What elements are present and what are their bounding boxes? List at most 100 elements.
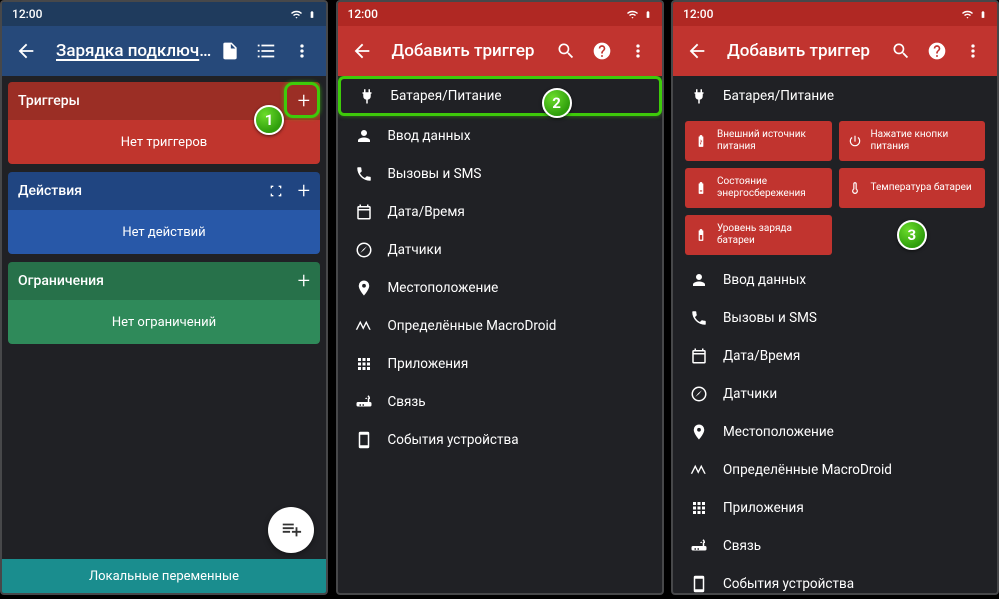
macrodroid-icon: [354, 317, 374, 335]
category-device-events[interactable]: События устройства: [338, 420, 662, 458]
category-label: Местоположение: [388, 280, 499, 296]
annotation-marker-3: 3: [897, 220, 927, 250]
screen-add-trigger-categories: 12:00 Добавить триггер Батарея/Питание В…: [336, 0, 664, 595]
category-device-events[interactable]: События устройства: [673, 564, 997, 595]
more-button[interactable]: [284, 33, 320, 69]
device-icon: [354, 431, 374, 449]
appbar: Добавить триггер: [338, 26, 662, 76]
battery-level-icon: [693, 228, 709, 242]
category-location[interactable]: Местоположение: [673, 412, 997, 450]
actions-empty: Нет действий: [8, 210, 320, 254]
more-button[interactable]: [955, 33, 991, 69]
chip-battery-level[interactable]: Уровень заряда батареи: [685, 215, 832, 255]
triggers-label: Триггеры: [18, 93, 80, 109]
device-icon: [689, 575, 709, 593]
chip-label: Температура батареи: [871, 182, 972, 194]
category-input[interactable]: Ввод данных: [673, 260, 997, 298]
battery-low-icon: [693, 181, 709, 195]
file-button[interactable]: [212, 33, 248, 69]
help-button[interactable]: [584, 33, 620, 69]
battery-icon: [308, 8, 316, 21]
back-button[interactable]: [8, 33, 44, 69]
apps-icon: [689, 499, 709, 517]
phone-icon: [354, 165, 374, 183]
category-battery-power[interactable]: Батарея/Питание: [673, 76, 997, 114]
thermometer-icon: [847, 181, 863, 195]
more-button[interactable]: [620, 33, 656, 69]
macro-title[interactable]: Зарядка подключена: [44, 41, 212, 61]
category-label: Приложения: [388, 356, 469, 372]
category-apps[interactable]: Приложения: [338, 344, 662, 382]
category-connectivity[interactable]: Связь: [673, 526, 997, 564]
expand-icon[interactable]: [268, 183, 284, 199]
chip-battery-saver[interactable]: Состояние энергосбережения: [685, 168, 832, 208]
category-label: Ввод данных: [388, 128, 471, 144]
category-label: Приложения: [723, 500, 804, 516]
category-location[interactable]: Местоположение: [338, 268, 662, 306]
chip-external-power[interactable]: Внешний источник питания: [685, 121, 832, 161]
category-calls-sms[interactable]: Вызовы и SMS: [338, 154, 662, 192]
battery-charge-icon: [693, 134, 709, 148]
page-title: Добавить триггер: [715, 41, 883, 61]
back-button[interactable]: [344, 33, 380, 69]
category-sensors[interactable]: Датчики: [338, 230, 662, 268]
location-icon: [689, 423, 709, 441]
chip-label: Уровень заряда батареи: [717, 223, 824, 247]
category-label: Вызовы и SMS: [388, 166, 482, 182]
category-label: Ввод данных: [723, 272, 806, 288]
calendar-icon: [689, 347, 709, 365]
category-label: События устройства: [723, 576, 854, 592]
list-button[interactable]: [248, 33, 284, 69]
local-variables-bar[interactable]: Локальные переменные: [2, 559, 326, 593]
actions-label: Действия: [18, 183, 82, 199]
category-label: Связь: [723, 538, 761, 554]
category-label: Определённые MacroDroid: [388, 318, 557, 334]
category-input[interactable]: Ввод данных: [338, 116, 662, 154]
status-time: 12:00: [12, 7, 42, 21]
add-action-button[interactable]: +: [298, 179, 310, 204]
category-datetime[interactable]: Дата/Время: [673, 336, 997, 374]
search-button[interactable]: [883, 33, 919, 69]
power-plug-icon: [689, 87, 709, 105]
category-connectivity[interactable]: Связь: [338, 382, 662, 420]
category-datetime[interactable]: Дата/Время: [338, 192, 662, 230]
section-constraints: Ограничения + Нет ограничений: [8, 262, 320, 344]
add-constraint-button[interactable]: +: [298, 269, 310, 294]
section-triggers: Триггеры + Нет триггеров: [8, 82, 320, 164]
status-time: 12:00: [348, 7, 378, 21]
back-button[interactable]: [679, 33, 715, 69]
status-bar: 12:00: [2, 2, 326, 26]
router-icon: [354, 393, 374, 411]
chip-empty-slot: 3: [839, 215, 986, 255]
constraints-empty: Нет ограничений: [8, 300, 320, 344]
power-plug-icon: [357, 87, 377, 105]
add-trigger-button[interactable]: +: [298, 89, 310, 114]
category-macrodroid[interactable]: Определённые MacroDroid: [673, 450, 997, 488]
category-sensors[interactable]: Датчики: [673, 374, 997, 412]
compass-icon: [354, 241, 374, 259]
status-bar: 12:00: [673, 2, 997, 26]
category-apps[interactable]: Приложения: [673, 488, 997, 526]
category-label: Определённые MacroDroid: [723, 462, 892, 478]
wifi-icon: [625, 8, 640, 20]
chip-power-button[interactable]: Нажатие кнопки питания: [839, 121, 986, 161]
category-calls-sms[interactable]: Вызовы и SMS: [673, 298, 997, 336]
person-icon: [689, 271, 709, 289]
battery-icon: [644, 8, 652, 21]
keyboard-icon: [354, 127, 374, 145]
category-label: Связь: [388, 394, 426, 410]
section-actions: Действия + Нет действий: [8, 172, 320, 254]
chip-battery-temp[interactable]: Температура батареи: [839, 168, 986, 208]
category-label: Батарея/Питание: [723, 88, 834, 104]
compass-icon: [689, 385, 709, 403]
help-button[interactable]: [919, 33, 955, 69]
category-label: Дата/Время: [388, 204, 465, 220]
battery-icon: [979, 8, 987, 21]
search-button[interactable]: [548, 33, 584, 69]
category-macrodroid[interactable]: Определённые MacroDroid: [338, 306, 662, 344]
fab-add-variable[interactable]: [268, 507, 314, 553]
category-battery-power[interactable]: Батарея/Питание: [338, 76, 662, 116]
screen-add-trigger-expanded: 12:00 Добавить триггер Батарея/Питание В…: [671, 0, 999, 595]
category-list: Батарея/Питание Ввод данных Вызовы и SMS…: [338, 76, 662, 458]
power-button-icon: [847, 134, 863, 148]
